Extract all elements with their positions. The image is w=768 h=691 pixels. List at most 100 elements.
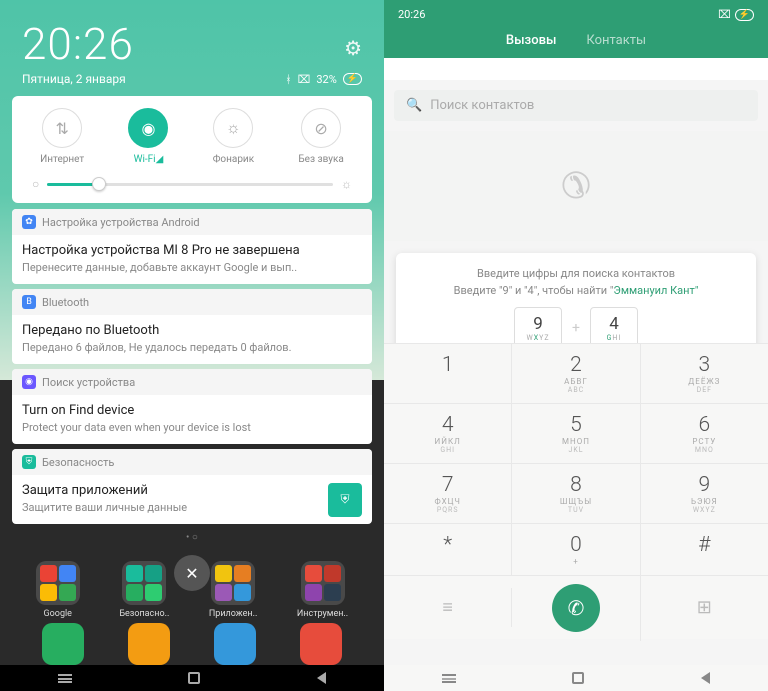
navbar [0,665,384,691]
notification[interactable]: ◉ Поиск устройства Turn on Find device Pr… [12,369,372,444]
date: Пятница, 2 января [22,72,126,86]
qs-wifi[interactable]: ◉Wi-Fi◢ [128,108,168,165]
dock-messages[interactable] [128,623,170,665]
app-name: Безопасность [42,456,114,469]
notification[interactable]: ⛨ Безопасность Защита приложений Защитите… [12,449,372,524]
phone-left-lockscreen: 20:26 ⚙ Пятница, 2 января ᚼ ⌧ 32% ⚡ ⇅Инт… [0,0,384,691]
nav-back[interactable] [317,672,326,684]
app-icon: B [22,295,36,309]
clear-all-button[interactable]: ✕ [174,555,210,591]
app-icon: ◉ [22,375,36,389]
dial-key-4[interactable]: 4 ИЙКЛ GHI [384,404,512,463]
dock-phone[interactable] [42,623,84,665]
clock: 20:26 [398,8,425,21]
status-icons: ᚼ ⌧ 32% ⚡ [285,73,362,86]
folder-label: Google [44,609,72,619]
settings-icon[interactable]: ⚙ [344,36,362,70]
clock: 20:26 [22,18,134,70]
dialer-body: 🔍 Поиск контактов ✆ Введите цифры для по… [384,80,768,665]
folder-label: Инструмен.. [297,609,348,619]
notification[interactable]: B Bluetooth Передано по Bluetooth Передан… [12,289,372,364]
brightness-auto-icon: ○ [32,177,39,191]
dial-key-3[interactable]: 3 ДЕЁЖЗ DEF [641,344,768,403]
bluetooth-icon: ᚼ [285,73,292,86]
dial-key-7[interactable]: 7 ФХЦЧ PQRS [384,464,512,523]
status-icons: ⌧ ⚡ [718,8,754,21]
brightness-slider[interactable]: ○ ☼ [18,165,366,193]
app-name: Настройка устройства Android [42,216,200,229]
dial-key-#[interactable]: # [641,524,768,575]
qs-internet[interactable]: ⇅Интернет [40,108,84,165]
dialpad: 1 2 АБВГ ABC 3 ДЕЁЖЗ DEF 4 ИЙКЛ GHI 5 МН… [384,343,768,639]
silent-icon: ⊘ [301,108,341,148]
notif-text: Защитите ваши личные данные [22,501,362,514]
dock [0,623,384,665]
folder-label: Приложен.. [209,609,257,619]
quick-settings: ⇅Интернет ◉Wi-Fi◢ ☼Фонарик ⊘Без звука ○ … [12,96,372,203]
dial-key-6[interactable]: 6 РСТУ MNO [641,404,768,463]
battery-icon: ⚡ [735,9,754,21]
tab-contacts[interactable]: Контакты [586,33,646,48]
search-placeholder: Поиск контактов [430,98,534,113]
nav-recents[interactable] [58,674,72,683]
notif-title: Turn on Find device [22,403,362,418]
page-indicator: • ○ [0,532,384,543]
battery-box-icon: ⌧ [718,8,731,21]
folder[interactable]: Безопасно.. [119,561,169,619]
app-name: Bluetooth [42,296,89,309]
notification-shade: 20:26 ⚙ Пятница, 2 января ᚼ ⌧ 32% ⚡ ⇅Инт… [0,0,384,524]
notif-title: Передано по Bluetooth [22,323,362,338]
qs-silent[interactable]: ⊘Без звука [298,108,343,165]
menu-button[interactable]: ≡ [384,588,512,627]
dialpad-toggle[interactable]: ⊞ [641,588,768,627]
battery-percent: 32% [316,73,336,86]
notif-text: Передано 6 файлов, Не удалось передать 0… [22,341,362,354]
notification[interactable]: ✿ Настройка устройства Android Настройка … [12,209,372,284]
wifi-icon: ◉ [128,108,168,148]
dial-key-1[interactable]: 1 [384,344,512,403]
phone-outline-icon: ✆ [561,165,591,207]
phone-icon: ✆ [568,596,585,620]
notif-text: Protect your data even when your device … [22,421,362,434]
contact-search[interactable]: 🔍 Поиск контактов [394,90,758,121]
phone-right-dialer: 20:26 ⌧ ⚡ Вызовы Контакты 🔍 Поиск контак… [384,0,768,691]
folder[interactable]: Приложен.. [209,561,257,619]
folder-label: Безопасно.. [119,609,169,619]
brightness-icon: ☼ [341,177,352,191]
hint-line-1: Введите цифры для поиска контактов [406,267,746,280]
folder[interactable]: Инструмен.. [297,561,348,619]
nav-home[interactable] [188,672,200,684]
dial-key-*[interactable]: * [384,524,512,575]
notif-title: Защита приложений [22,483,362,498]
notif-text: Перенесите данные, добавьте аккаунт Goog… [22,261,362,274]
dial-key-2[interactable]: 2 АБВГ ABC [512,344,640,403]
battery-icon: ⚡ [343,73,362,85]
nav-recents[interactable] [442,674,456,683]
call-button[interactable]: ✆ [512,575,640,641]
dock-camera[interactable] [300,623,342,665]
app-name: Поиск устройства [42,376,135,389]
dial-key-8[interactable]: 8 ШЩЪЫ TUV [512,464,640,523]
app-icon: ⛨ [22,455,36,469]
dial-key-5[interactable]: 5 МНОП JKL [512,404,640,463]
folder[interactable]: Google [36,561,80,619]
qs-torch[interactable]: ☼Фонарик [213,108,254,165]
nav-back[interactable] [701,672,710,684]
dial-key-9[interactable]: 9 ЬЭЮЯ WXYZ [641,464,768,523]
data-icon: ⇅ [42,108,82,148]
dial-key-0[interactable]: 0 + [512,524,640,575]
empty-calls: ✆ [384,131,768,241]
dialer-header: 20:26 ⌧ ⚡ Вызовы Контакты [384,0,768,58]
battery-box-icon: ⌧ [298,73,311,86]
torch-icon: ☼ [213,108,253,148]
hint-line-2: Введите "9" и "4", чтобы найти "Эммануил… [406,284,746,297]
tabs: Вызовы Контакты [398,27,754,58]
navbar [384,665,768,691]
tab-calls[interactable]: Вызовы [506,33,557,48]
dock-browser[interactable] [214,623,256,665]
shield-icon[interactable]: ⛨ [328,483,362,517]
app-icon: ✿ [22,215,36,229]
nav-home[interactable] [572,672,584,684]
notif-title: Настройка устройства MI 8 Pro не заверше… [22,243,362,258]
search-icon: 🔍 [406,98,422,113]
